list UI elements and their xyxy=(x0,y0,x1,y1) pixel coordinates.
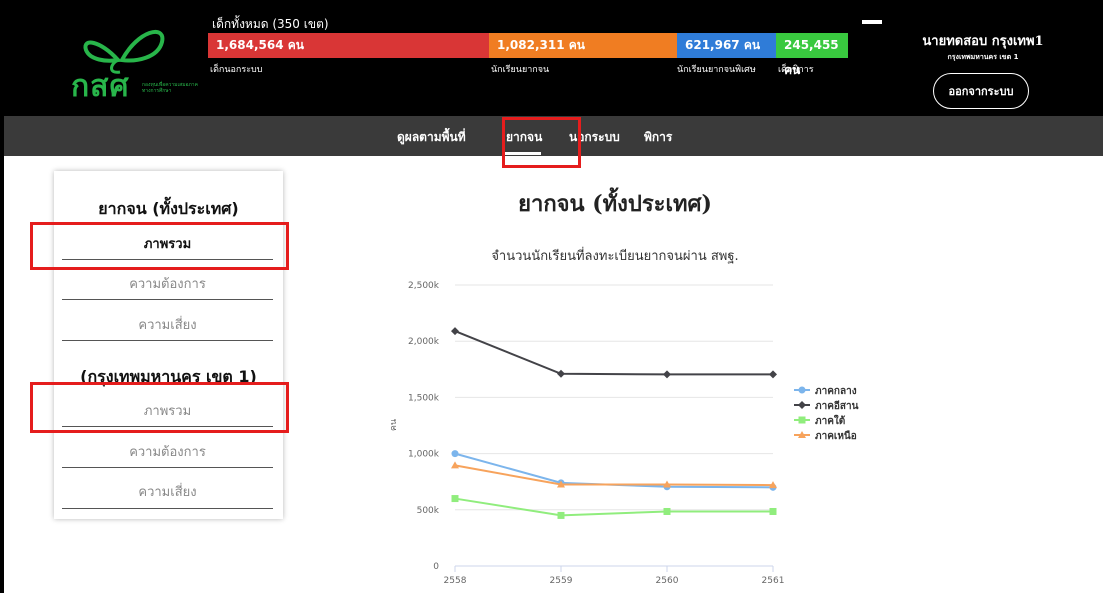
legend-label: ภาคกลาง xyxy=(815,386,857,397)
y-tick-label: 500k xyxy=(417,506,440,516)
stat-extreme-poor[interactable]: 621,967 คน xyxy=(677,33,776,58)
minimize-icon[interactable] xyxy=(862,20,882,24)
sidebar-item-district-needs[interactable]: ความต้องการ xyxy=(62,441,273,462)
stat-out-of-school[interactable]: 1,684,564 คน xyxy=(208,33,489,58)
total-children-label: เด็กทั้งหมด (350 เขต) xyxy=(212,17,329,31)
y-tick-label: 0 xyxy=(433,562,439,572)
stat-out-of-school-label: เด็กนอกระบบ xyxy=(210,65,263,75)
legend-label: ภาคใต้ xyxy=(815,414,845,427)
data-point xyxy=(769,507,777,515)
highlight-box-district-overview xyxy=(30,382,289,433)
x-tick-label: 2561 xyxy=(762,576,785,586)
sidebar-item-needs[interactable]: ความต้องการ xyxy=(62,273,273,294)
chart-title: จำนวนนักเรียนที่ลงทะเบียนยากจนผ่าน สพฐ. xyxy=(491,249,739,264)
nav-item-area[interactable]: ดูผลตามพื้นที่ xyxy=(397,128,466,147)
series-line xyxy=(454,330,773,376)
data-point xyxy=(798,386,806,394)
butterfly-logo-icon xyxy=(83,29,165,74)
stat-poor-students-label: นักเรียนยากจน xyxy=(491,65,550,75)
legend-label: ภาคเหนือ xyxy=(815,430,857,442)
user-department: กรุงเทพมหานคร เขต 1 xyxy=(947,53,1019,61)
sidebar-item-district-risk[interactable]: ความเสี่ยง xyxy=(62,481,273,502)
logo[interactable]: กสศ กองทุนเพื่อความเสมอภาคทางการศึกษา xyxy=(68,20,198,110)
data-point xyxy=(557,511,565,519)
data-point xyxy=(557,369,565,378)
series-line xyxy=(454,497,773,517)
y-axis-label: คน xyxy=(389,419,399,431)
logo-subtext: กองทุนเพื่อความเสมอภาคทางการศึกษา xyxy=(142,82,198,94)
data-point xyxy=(663,370,671,379)
series-line xyxy=(454,452,774,489)
y-tick-label: 2,500k xyxy=(408,281,440,291)
series-line xyxy=(454,464,774,487)
stat-extreme-poor-label: นักเรียนยากจนพิเศษ xyxy=(677,65,756,75)
legend-label: ภาคอีสาน xyxy=(815,400,859,412)
stat-disabled-label: เด็กพิการ xyxy=(778,65,814,75)
page-title: ยากจน (ทั้งประเทศ) xyxy=(518,191,712,217)
highlight-box-overview xyxy=(30,222,289,270)
divider xyxy=(62,467,273,468)
data-point xyxy=(663,507,671,515)
x-tick-label: 2560 xyxy=(656,576,679,586)
nav-item-disabled[interactable]: พิการ xyxy=(644,128,672,147)
user-name: นายทดสอบ กรุงเทพ1 xyxy=(922,34,1044,49)
sidebar-section1-title: ยากจน (ทั้งประเทศ) xyxy=(98,199,239,218)
logo-text: กสศ xyxy=(71,69,130,104)
data-point xyxy=(798,416,806,424)
y-tick-label: 1,000k xyxy=(408,450,440,460)
data-point xyxy=(451,450,459,458)
data-point xyxy=(798,401,806,409)
logout-button[interactable]: ออกจากระบบ xyxy=(933,73,1029,109)
highlight-box-nav xyxy=(502,117,581,168)
y-tick-label: 1,500k xyxy=(408,393,440,403)
divider xyxy=(62,340,273,341)
data-point xyxy=(451,495,459,503)
data-point xyxy=(451,327,459,336)
sidebar-item-risk[interactable]: ความเสี่ยง xyxy=(62,314,273,335)
stat-poor-students[interactable]: 1,082,311 คน xyxy=(489,33,677,58)
y-tick-label: 2,000k xyxy=(408,337,440,347)
divider xyxy=(62,299,273,300)
line-chart: 0 500k 1,000k 1,500k 2,000k 2,500k คน 2558 2559 2… xyxy=(389,281,859,586)
x-tick-label: 2559 xyxy=(550,576,573,586)
data-point xyxy=(769,370,777,379)
divider xyxy=(62,508,273,509)
x-tick-label: 2558 xyxy=(444,576,467,586)
stat-disabled[interactable]: 245,455 คน xyxy=(776,33,848,77)
